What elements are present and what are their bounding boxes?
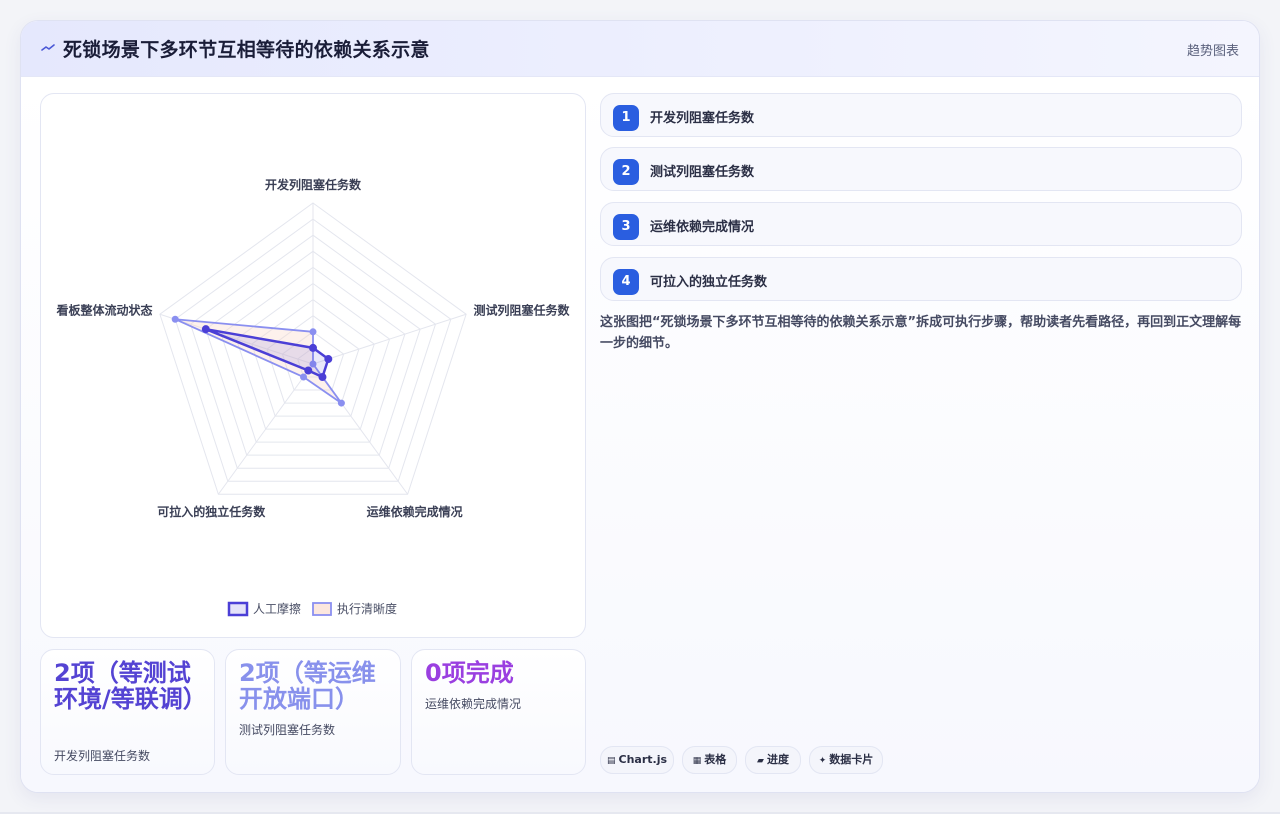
legend-swatch: [227, 601, 249, 617]
chart-description: 这张图把“死锁场景下多环节互相等待的依赖关系示意”拆成可执行步骤，帮助读者先看路…: [600, 315, 1242, 351]
pill-label: Chart.js: [618, 753, 668, 766]
radar-axis-label: 开发列阻塞任务数: [265, 177, 362, 192]
legend-label: 执行清晰度: [337, 601, 397, 616]
step-number: 1: [613, 105, 639, 131]
step-label: 可拉入的独立任务数: [650, 275, 768, 290]
radar-axis-label: 测试列阻塞任务数: [474, 303, 571, 318]
stat-label: 测试列阻塞任务数: [239, 723, 336, 737]
pill-data-card[interactable]: ✦ 数据卡片: [809, 746, 883, 774]
main-card: 死锁场景下多环节互相等待的依赖关系示意 趋势图表 开发列阻塞任务数 测试列阻塞任务…: [20, 20, 1260, 793]
chart-icon: ▤: [606, 756, 616, 766]
radar-spoke: [312, 313, 467, 365]
trend-line-icon: [41, 41, 55, 55]
radar-chart-panel: 开发列阻塞任务数测试列阻塞任务数运维依赖完成情况 可拉入的独立任务数 看板整体流动状…: [40, 93, 586, 638]
radar-data-point: [300, 373, 308, 381]
stat-card-test: 2项（等运维开放端口） 测试列阻塞任务数: [225, 649, 401, 775]
step-number: 4: [613, 269, 639, 295]
legend-label: 人工摩擦: [253, 601, 301, 616]
step-label: 开发列阻塞任务数: [650, 111, 755, 126]
card-icon: ✦: [818, 756, 827, 766]
legend-swatch: [312, 602, 332, 616]
stat-value: 2项（等运维开放端口）: [239, 659, 376, 713]
card-header: 死锁场景下多环节互相等待的依赖关系示意 趋势图表: [21, 21, 1259, 77]
radar-data-point: [309, 328, 317, 336]
radar-chart: 开发列阻塞任务数测试列阻塞任务数运维依赖完成情况 可拉入的独立任务数 看板整体流动状…: [56, 177, 571, 617]
radar-data-point: [318, 373, 327, 382]
pill-table[interactable]: ▦ 表格: [682, 746, 737, 774]
radar-axis-label: 可拉入的独立任务数: [157, 504, 266, 519]
step-number: 3: [613, 214, 639, 240]
chart-type-tag: 趋势图表: [1186, 44, 1239, 59]
step-label: 测试列阻塞任务数: [650, 165, 755, 180]
step-number: 2: [613, 159, 639, 185]
radar-axis-label: 看板整体流动状态: [56, 303, 152, 318]
page-title: 死锁场景下多环节互相等待的依赖关系示意: [63, 39, 430, 61]
radar-data-point: [304, 366, 313, 375]
radar-data-point: [309, 343, 317, 352]
step-item: 1 开发列阻塞任务数: [600, 93, 1242, 137]
radar-axis-label: 运维依赖完成情况: [367, 504, 463, 519]
radar-data-point: [171, 315, 179, 323]
stat-value: 0项完成: [425, 659, 514, 687]
pill-chartjs[interactable]: ▤ Chart.js: [600, 746, 674, 774]
progress-icon: ▰: [757, 756, 764, 766]
stat-card-dev: 2项（等测试环境/等联调） 开发列阻塞任务数: [40, 649, 215, 775]
radar-data-point: [324, 355, 333, 364]
pill-label: 数据卡片: [829, 753, 874, 766]
stat-label: 运维依赖完成情况: [425, 697, 522, 711]
radar-data-point: [201, 325, 210, 334]
pill-label: 进度: [766, 753, 789, 766]
radar-data-point: [337, 399, 345, 407]
stat-value: 2项（等测试环境/等联调）: [54, 659, 207, 713]
table-icon: ▦: [692, 756, 702, 766]
pill-label: 表格: [704, 753, 727, 766]
step-item: 2 测试列阻塞任务数: [600, 147, 1242, 191]
pill-progress[interactable]: ▰ 进度: [745, 746, 801, 774]
stat-card-ops: 0项完成 运维依赖完成情况: [411, 649, 586, 775]
step-item: 3 运维依赖完成情况: [600, 202, 1242, 246]
step-label: 运维依赖完成情况: [650, 220, 755, 235]
stat-label: 开发列阻塞任务数: [54, 749, 151, 763]
step-item: 4 可拉入的独立任务数: [600, 257, 1242, 301]
